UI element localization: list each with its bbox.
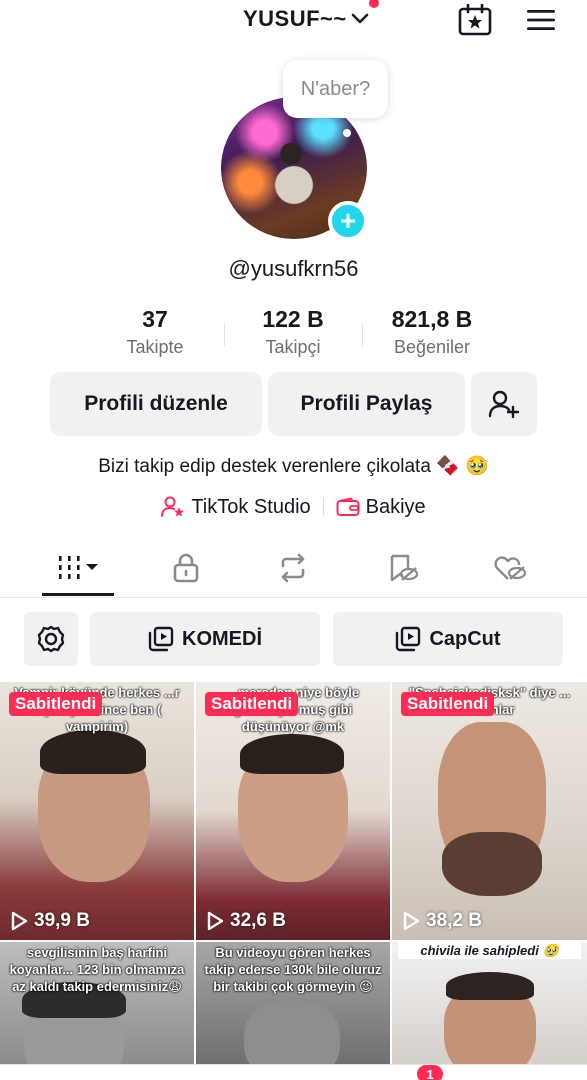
add-friend-button[interactable] — [471, 372, 537, 436]
chevron-down-icon — [351, 13, 369, 24]
play-icon — [403, 911, 420, 931]
tab-saved[interactable] — [375, 548, 431, 588]
playlist-label: KOMEDİ — [182, 627, 262, 650]
stat-followers[interactable]: 122 B Takipçi — [243, 306, 343, 358]
note-text: N'aber? — [300, 77, 371, 100]
profile-links: TikTok Studio Bakiye — [0, 494, 587, 520]
video-caption: chivila ile sahipledi 🥹 — [398, 942, 581, 959]
tab-reposts[interactable] — [265, 548, 321, 588]
calendar-star-icon[interactable] — [458, 4, 492, 36]
tiktok-studio-link[interactable]: TikTok Studio — [161, 495, 311, 519]
playlist-capcut[interactable]: CapCut — [333, 612, 563, 666]
tab-liked[interactable] — [482, 548, 538, 588]
pinned-badge: Sabitlendi — [9, 692, 103, 716]
view-count-text: 39,9 B — [34, 910, 90, 931]
playlist-icon — [148, 626, 174, 652]
lock-icon — [173, 553, 199, 583]
saved-icon — [390, 554, 419, 582]
stat-value: 821,8 B — [391, 306, 473, 332]
profile-avatar[interactable]: + — [221, 97, 368, 243]
video-thumbnail[interactable]: chivila ile sahipledi 🥹 — [392, 942, 587, 1064]
studio-label: TikTok Studio — [191, 495, 311, 518]
video-caption: Bu videoyu gören herkes takip ederse 130… — [204, 945, 382, 994]
videos-grid-icon — [59, 556, 98, 579]
stat-divider — [362, 324, 363, 346]
hamburger-menu-icon[interactable] — [526, 8, 556, 32]
stat-label: Beğeniler — [393, 337, 471, 357]
active-tab-indicator — [42, 593, 114, 596]
stat-label: Takipçi — [265, 337, 321, 357]
note-bubble[interactable]: N'aber? — [283, 60, 388, 118]
inbox-badge: 1 — [417, 1065, 443, 1080]
video-thumbnail[interactable]: Vampir köyünde herkes ...r diye oy verin… — [0, 682, 194, 940]
video-thumbnail[interactable]: Bu videoyu gören herkes takip ederse 130… — [196, 942, 390, 1064]
view-count: 32,6 B — [206, 910, 286, 932]
profile-stats: 37 Takipte 122 B Takipçi 821,8 B Beğenil… — [0, 306, 587, 362]
add-icon-glyph: + — [339, 205, 357, 236]
content-tabs — [0, 540, 587, 598]
playlist-komedi[interactable]: KOMEDİ — [90, 612, 320, 666]
tab-videos[interactable] — [50, 548, 106, 588]
view-count-text: 32,6 B — [230, 910, 286, 931]
pinned-badge: Sabitlendi — [401, 692, 495, 716]
play-icon — [11, 911, 28, 931]
top-bar: YUSUF~~ — [0, 0, 587, 44]
video-grid: Vampir köyünde herkes ...r diye oy verin… — [0, 682, 587, 1080]
account-switcher[interactable]: YUSUF~~ — [243, 6, 369, 32]
view-count: 38,2 B — [402, 910, 482, 932]
studio-icon — [161, 496, 185, 517]
video-thumbnail[interactable]: ...maradan niye böyle görünüyormuş gibi … — [196, 682, 390, 940]
balance-label: Bakiye — [365, 495, 426, 518]
video-caption: sevgilisinin baş harfini koyanlar... 123… — [9, 945, 185, 994]
video-thumbnail[interactable]: "Spshsiskadisksk" diye ... insanlar Sabi… — [392, 682, 587, 940]
repost-icon — [281, 553, 305, 583]
playlist-icon — [396, 626, 421, 652]
liked-icon — [494, 556, 527, 580]
share-profile-button[interactable]: Profili Paylaş — [268, 372, 465, 436]
username-label: YUSUF~~ — [243, 6, 347, 31]
stat-value: 122 B — [262, 306, 324, 332]
stat-following[interactable]: 37 Takipte — [105, 306, 205, 358]
settings-filter-button[interactable] — [24, 612, 78, 666]
view-count-text: 38,2 B — [426, 910, 482, 931]
link-divider — [322, 498, 324, 516]
stat-divider — [224, 324, 225, 346]
stat-label: Takipte — [126, 337, 184, 357]
pinned-badge: Sabitlendi — [205, 692, 299, 716]
video-thumbnail[interactable]: sevgilisinin baş harfini koyanlar... 123… — [0, 942, 194, 1064]
add-user-icon — [488, 390, 520, 419]
stat-value: 37 — [142, 306, 168, 332]
tab-private[interactable] — [158, 548, 214, 588]
wallet-icon — [336, 497, 360, 516]
view-count: 39,9 B — [10, 910, 90, 932]
playlist-label: CapCut — [429, 627, 501, 650]
add-icon[interactable]: + — [328, 201, 368, 241]
bottom-navigation: 1 — [0, 1064, 587, 1080]
edit-profile-button[interactable]: Profili düzenle — [50, 372, 262, 436]
stat-likes[interactable]: 821,8 B Beğeniler — [372, 306, 492, 358]
gear-icon — [37, 625, 65, 653]
play-icon — [207, 911, 224, 931]
note-bubble-tail — [343, 129, 351, 137]
profile-bio: Bizi takip edip destek verenlere çikolat… — [98, 456, 489, 477]
profile-handle: @yusufkrn56 — [228, 256, 359, 281]
notification-dot — [369, 0, 379, 8]
balance-link[interactable]: Bakiye — [336, 496, 426, 519]
